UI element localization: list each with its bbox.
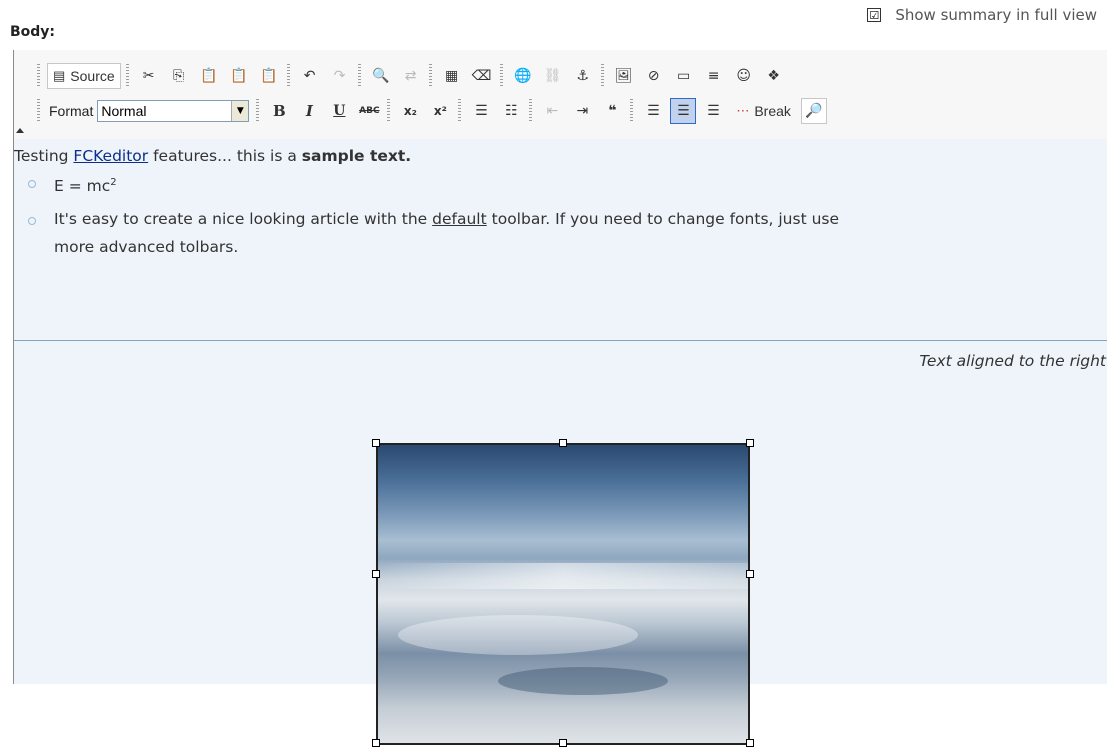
show-summary-toggle[interactable]: ☑ Show summary in full view — [867, 6, 1097, 24]
list-item-1-sup: 2 — [110, 177, 117, 188]
toolbar-grip — [600, 64, 604, 88]
break-button[interactable]: ⋯ Break — [730, 98, 797, 124]
para-bold: sample text. — [301, 147, 412, 165]
indent-icon[interactable]: ⇥ — [569, 98, 595, 124]
para-middle: features... this is a — [148, 147, 302, 165]
italic-button[interactable]: I — [296, 98, 322, 124]
resize-handle-se[interactable] — [746, 739, 754, 747]
toolbar-grip — [256, 99, 260, 123]
subscript-button[interactable]: x₂ — [397, 98, 423, 124]
collapse-toolbar-icon[interactable] — [16, 128, 24, 133]
toolbar-grip — [387, 99, 391, 123]
editor-toolbar: ▤ Source ✂ ⎘ 📋 📋 📋 ↶ ↷ 🔍 ⇄ ▦ ⌫ 🌐 ⛓ ⚓ 🖼 ⊘ — [14, 50, 1107, 141]
toolbar-grip — [458, 99, 462, 123]
break-button-label: Break — [754, 103, 791, 119]
align-right-icon[interactable]: ☰ — [700, 98, 726, 124]
rich-text-editor: ▤ Source ✂ ⎘ 📋 📋 📋 ↶ ↷ 🔍 ⇄ ▦ ⌫ 🌐 ⛓ ⚓ 🖼 ⊘ — [13, 50, 1107, 747]
replace-icon[interactable]: ⇄ — [398, 63, 424, 89]
find-icon[interactable]: 🔍 — [368, 63, 394, 89]
format-select-value: Normal — [101, 103, 147, 119]
blockquote-icon[interactable]: ❝ — [599, 98, 625, 124]
list-bullet-icon — [28, 180, 36, 188]
list-item-2-prefix: It's easy to create a nice looking artic… — [54, 210, 433, 228]
list-bullet-icon — [28, 217, 36, 225]
image-icon[interactable]: 🖼 — [611, 63, 637, 89]
unordered-list-icon[interactable]: ☷ — [498, 98, 524, 124]
cloud-shadow — [498, 667, 668, 695]
cloud-band — [378, 563, 748, 589]
page-break-icon: ⋯ — [736, 103, 750, 118]
toolbar-row-2: Format Normal ▼ B I U ABC x₂ x² ☰ ☷ ⇤ ⇥ … — [34, 96, 829, 126]
toolbar-row-1: ▤ Source ✂ ⎘ 📋 📋 📋 ↶ ↷ 🔍 ⇄ ▦ ⌫ 🌐 ⛓ ⚓ 🖼 ⊘ — [34, 61, 789, 91]
select-all-icon[interactable]: ▦ — [439, 63, 465, 89]
special-char-icon[interactable]: ❖ — [761, 63, 787, 89]
source-button-label: Source — [70, 68, 115, 84]
resize-handle-w[interactable] — [372, 570, 380, 578]
ordered-list-icon[interactable]: ☰ — [468, 98, 494, 124]
list-item-1-text: E = mc — [54, 177, 111, 196]
right-aligned-text: Text aligned to the right — [919, 352, 1106, 370]
link-icon[interactable]: 🌐 — [510, 63, 536, 89]
source-icon: ▤ — [53, 68, 66, 83]
sample-paragraph: Testing FCKeditor features... this is a … — [14, 147, 411, 165]
editor-content-area[interactable]: Testing FCKeditor features... this is a … — [14, 139, 1107, 747]
format-label: Format — [49, 103, 94, 119]
underline-button[interactable]: U — [326, 98, 352, 124]
fckeditor-link[interactable]: FCKeditor — [73, 147, 148, 165]
horizontal-rule — [14, 340, 1107, 341]
toolbar-grip — [37, 64, 40, 88]
cut-icon[interactable]: ✂ — [136, 63, 162, 89]
outdent-icon[interactable]: ⇤ — [539, 98, 565, 124]
bold-button[interactable]: B — [266, 98, 292, 124]
list-item-2-suffix: toolbar. If you need to change fonts, ju… — [486, 210, 840, 228]
toolbar-grip — [357, 64, 361, 88]
resize-handle-e[interactable] — [746, 570, 754, 578]
list-item: It's easy to create a nice looking artic… — [54, 205, 839, 261]
source-button[interactable]: ▤ Source — [47, 63, 121, 89]
list-item-2-line2: more advanced tolbars. — [54, 238, 239, 256]
toolbar-grip — [630, 99, 634, 123]
horizontal-rule-icon[interactable]: ≡ — [701, 63, 727, 89]
paste-icon[interactable]: 📋 — [196, 63, 222, 89]
resize-handle-n[interactable] — [559, 439, 567, 447]
resize-handle-s[interactable] — [559, 739, 567, 747]
toolbar-grip — [286, 64, 290, 88]
undo-icon[interactable]: ↶ — [297, 63, 323, 89]
resize-handle-nw[interactable] — [372, 439, 380, 447]
list-item: E = mc2 — [54, 169, 117, 200]
toolbar-grip — [428, 64, 432, 88]
table-icon[interactable]: ▭ — [671, 63, 697, 89]
align-left-icon[interactable]: ☰ — [640, 98, 666, 124]
unlink-icon[interactable]: ⛓ — [540, 63, 566, 89]
remove-format-icon[interactable]: ⌫ — [469, 63, 495, 89]
cloud-band — [398, 615, 638, 655]
para-prefix: Testing — [14, 147, 74, 165]
toolbar-grip — [125, 64, 129, 88]
flash-icon[interactable]: ⊘ — [641, 63, 667, 89]
chevron-down-icon[interactable]: ▼ — [231, 101, 249, 121]
toolbar-grip — [37, 99, 40, 123]
redo-icon[interactable]: ↷ — [327, 63, 353, 89]
paste-text-icon[interactable]: 📋 — [226, 63, 252, 89]
default-link[interactable]: default — [432, 210, 487, 228]
toolbar-grip — [499, 64, 503, 88]
superscript-button[interactable]: x² — [427, 98, 453, 124]
paste-word-icon[interactable]: 📋 — [256, 63, 282, 89]
smiley-icon[interactable]: ☺ — [731, 63, 757, 89]
sky-photo-image[interactable] — [376, 443, 750, 745]
anchor-icon[interactable]: ⚓ — [570, 63, 596, 89]
resize-handle-ne[interactable] — [746, 439, 754, 447]
format-select[interactable]: Normal ▼ — [97, 100, 250, 122]
resize-handle-sw[interactable] — [372, 739, 380, 747]
show-summary-label: Show summary in full view — [895, 6, 1097, 24]
preview-icon[interactable]: 🔎 — [800, 98, 827, 124]
body-field-label: Body: — [10, 24, 56, 40]
show-summary-checkbox[interactable]: ☑ — [867, 8, 882, 22]
toolbar-grip — [529, 99, 533, 123]
strikethrough-button[interactable]: ABC — [356, 98, 382, 124]
copy-icon[interactable]: ⎘ — [166, 63, 192, 89]
align-center-icon[interactable]: ☰ — [670, 98, 697, 124]
